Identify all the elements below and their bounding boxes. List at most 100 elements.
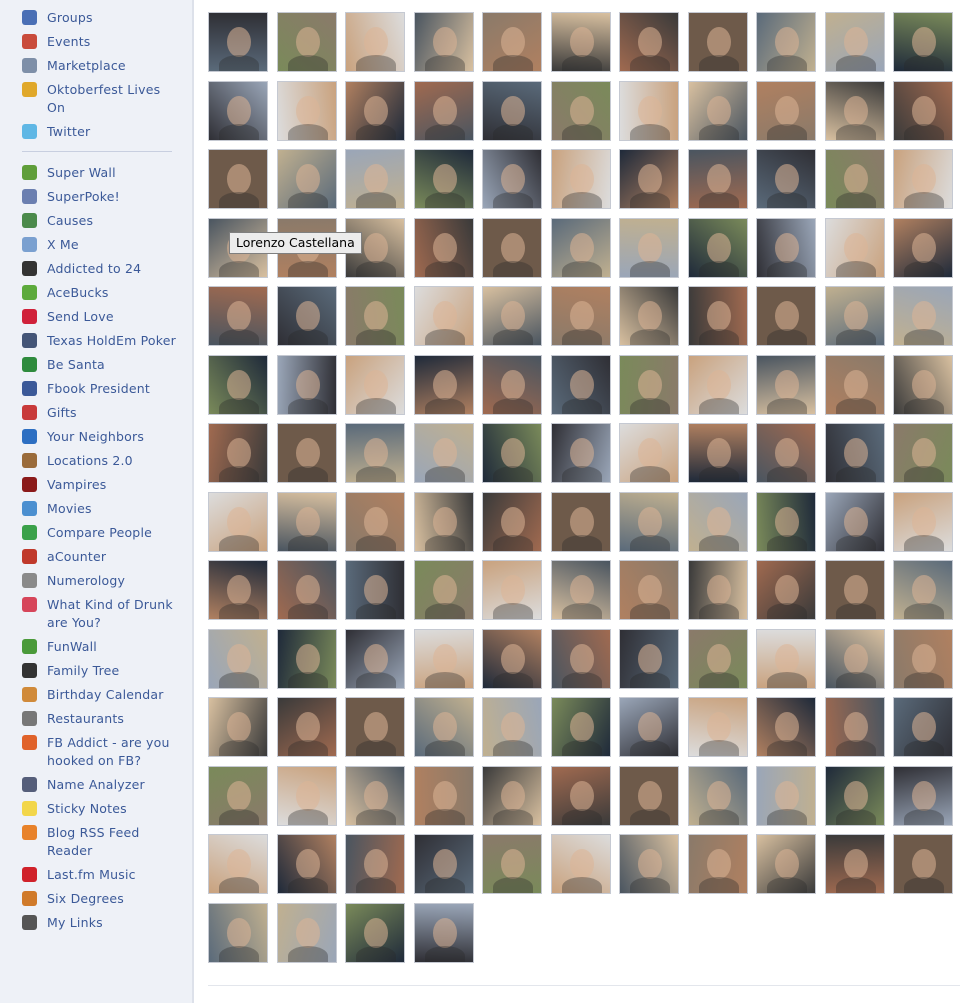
- friend-avatar[interactable]: [277, 492, 337, 552]
- friend-avatar[interactable]: [551, 834, 611, 894]
- friend-avatar[interactable]: [688, 218, 748, 278]
- friend-avatar[interactable]: [551, 492, 611, 552]
- friend-avatar[interactable]: [756, 81, 816, 141]
- sidebar-item-rss[interactable]: Blog RSS Feed Reader: [22, 824, 182, 860]
- sidebar-item-name-analyzer[interactable]: Name Analyzer: [22, 776, 182, 794]
- friend-avatar[interactable]: [414, 492, 474, 552]
- friend-avatar[interactable]: [893, 766, 953, 826]
- friend-avatar[interactable]: [208, 629, 268, 689]
- sidebar-item-lastfm[interactable]: Last.fm Music: [22, 866, 182, 884]
- friend-avatar[interactable]: [414, 766, 474, 826]
- friend-avatar[interactable]: [482, 12, 542, 72]
- sidebar-item-superpoke[interactable]: SuperPoke!: [22, 188, 182, 206]
- friend-avatar[interactable]: [277, 81, 337, 141]
- friend-avatar[interactable]: [893, 81, 953, 141]
- sidebar-item-fb-addict[interactable]: FB Addict - are you hooked on FB?: [22, 734, 182, 770]
- friend-avatar[interactable]: [277, 697, 337, 757]
- friend-avatar[interactable]: [619, 286, 679, 346]
- friend-avatar[interactable]: [277, 766, 337, 826]
- friend-avatar[interactable]: [414, 903, 474, 963]
- friend-avatar[interactable]: [551, 560, 611, 620]
- friend-avatar[interactable]: [482, 697, 542, 757]
- friend-avatar[interactable]: [619, 81, 679, 141]
- friend-avatar[interactable]: [893, 12, 953, 72]
- friend-avatar[interactable]: [551, 423, 611, 483]
- friend-avatar[interactable]: [756, 560, 816, 620]
- friend-avatar[interactable]: [277, 560, 337, 620]
- friend-avatar[interactable]: [208, 492, 268, 552]
- friend-avatar[interactable]: [619, 423, 679, 483]
- friend-avatar[interactable]: [208, 81, 268, 141]
- friend-avatar[interactable]: [893, 286, 953, 346]
- sidebar-item-restaurants[interactable]: Restaurants: [22, 710, 182, 728]
- friend-avatar[interactable]: [756, 218, 816, 278]
- friend-avatar[interactable]: [551, 218, 611, 278]
- friend-avatar[interactable]: [688, 834, 748, 894]
- sidebar-item-poker[interactable]: Texas HoldEm Poker: [22, 332, 182, 350]
- sidebar-item-santa[interactable]: Be Santa: [22, 356, 182, 374]
- friend-avatar[interactable]: [277, 423, 337, 483]
- sidebar-item-groups[interactable]: Groups: [22, 9, 182, 27]
- friend-avatar[interactable]: [551, 629, 611, 689]
- friend-avatar[interactable]: [277, 355, 337, 415]
- sidebar-item-addicted-24[interactable]: Addicted to 24: [22, 260, 182, 278]
- friend-avatar[interactable]: [414, 149, 474, 209]
- friend-avatar[interactable]: [756, 423, 816, 483]
- friend-avatar[interactable]: [345, 492, 405, 552]
- friend-avatar[interactable]: [619, 697, 679, 757]
- friend-avatar[interactable]: [688, 492, 748, 552]
- friend-avatar[interactable]: [756, 697, 816, 757]
- friend-avatar[interactable]: [825, 697, 885, 757]
- friend-avatar[interactable]: [825, 149, 885, 209]
- friend-avatar[interactable]: [414, 423, 474, 483]
- sidebar-item-causes[interactable]: Causes: [22, 212, 182, 230]
- sidebar-item-super-wall[interactable]: Super Wall: [22, 164, 182, 182]
- sidebar-item-oktoberfest[interactable]: Oktoberfest Lives On: [22, 81, 182, 117]
- friend-avatar[interactable]: [414, 697, 474, 757]
- friend-avatar[interactable]: [551, 12, 611, 72]
- sidebar-item-acebucks[interactable]: AceBucks: [22, 284, 182, 302]
- sidebar-item-birthday-cake[interactable]: Birthday Calendar: [22, 686, 182, 704]
- friend-avatar[interactable]: [825, 629, 885, 689]
- friend-avatar[interactable]: [482, 492, 542, 552]
- friend-avatar[interactable]: [345, 12, 405, 72]
- friend-avatar[interactable]: [208, 423, 268, 483]
- friend-avatar[interactable]: [688, 286, 748, 346]
- friend-avatar[interactable]: [208, 560, 268, 620]
- friend-avatar[interactable]: [208, 903, 268, 963]
- friend-avatar[interactable]: [208, 697, 268, 757]
- friend-avatar[interactable]: [345, 903, 405, 963]
- friend-avatar[interactable]: [893, 697, 953, 757]
- friend-avatar[interactable]: [688, 697, 748, 757]
- friend-avatar[interactable]: [756, 492, 816, 552]
- friend-avatar[interactable]: [345, 560, 405, 620]
- sidebar-item-my-links[interactable]: My Links: [22, 914, 182, 932]
- sidebar-item-movies[interactable]: Movies: [22, 500, 182, 518]
- friend-avatar[interactable]: [482, 149, 542, 209]
- sidebar-item-six-degrees[interactable]: Six Degrees: [22, 890, 182, 908]
- sidebar-item-president[interactable]: Fbook President: [22, 380, 182, 398]
- friend-avatar[interactable]: [893, 355, 953, 415]
- friend-avatar[interactable]: [345, 81, 405, 141]
- friend-avatar[interactable]: [756, 12, 816, 72]
- friend-avatar[interactable]: [756, 149, 816, 209]
- friend-avatar[interactable]: [482, 629, 542, 689]
- friend-avatar[interactable]: [414, 12, 474, 72]
- sidebar-item-acounter[interactable]: aCounter: [22, 548, 182, 566]
- friend-avatar[interactable]: [619, 766, 679, 826]
- friend-avatar[interactable]: [345, 149, 405, 209]
- friend-avatar[interactable]: [756, 286, 816, 346]
- friend-avatar[interactable]: [619, 12, 679, 72]
- friend-avatar[interactable]: [345, 355, 405, 415]
- sidebar-item-sticky-notes[interactable]: Sticky Notes: [22, 800, 182, 818]
- friend-avatar[interactable]: [619, 355, 679, 415]
- sidebar-item-family-tree[interactable]: Family Tree: [22, 662, 182, 680]
- friend-avatar[interactable]: [825, 560, 885, 620]
- friend-avatar[interactable]: [208, 355, 268, 415]
- friend-avatar[interactable]: [688, 149, 748, 209]
- friend-avatar[interactable]: [825, 286, 885, 346]
- sidebar-item-vampires[interactable]: Vampires: [22, 476, 182, 494]
- friend-avatar[interactable]: [482, 286, 542, 346]
- friend-avatar[interactable]: [756, 629, 816, 689]
- friend-avatar[interactable]: [345, 697, 405, 757]
